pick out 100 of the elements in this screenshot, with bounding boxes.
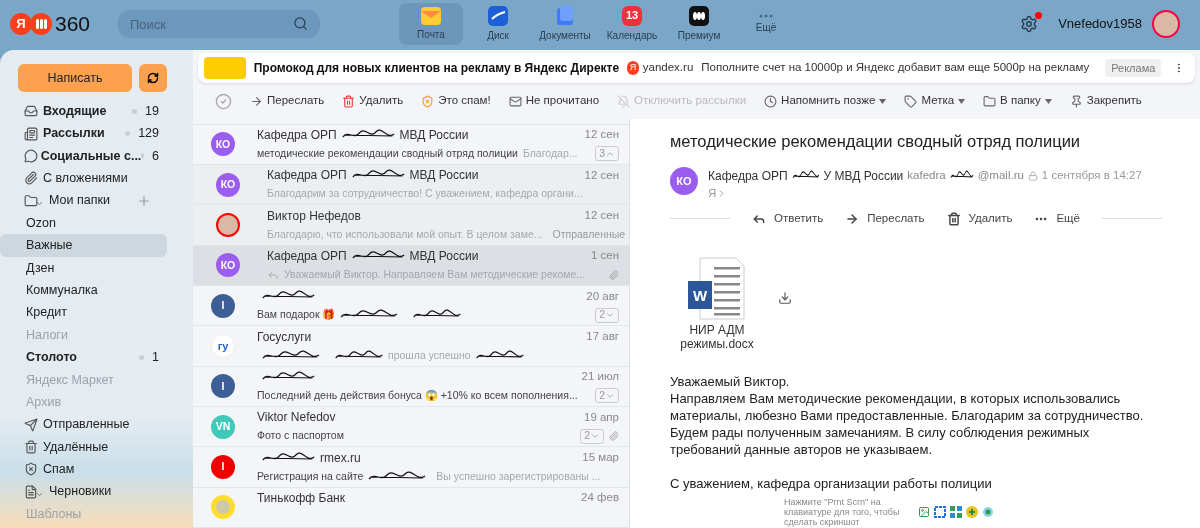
ad-banner[interactable]: Промокод для новых клиентов на рекламу в Яндекс Директе Я yandex.ru Пополните счет на 10000р и Яндекс добавит вам еще 5000р на рекламу Реклама (198, 53, 1195, 83)
avatar: I (211, 455, 235, 480)
message-snippet: Благодарю, что использовали мой опыт. В целом заме... (267, 226, 543, 242)
folder-label: Дзен (26, 259, 55, 277)
folder-label: Входящие (43, 102, 107, 120)
message-row[interactable]: Виктор Нефедов 12 сен Благодарю, что использовали мой опыт. В целом заме... Отправленные (193, 205, 629, 246)
ad-title: Промокод для новых клиентов на рекламу в Яндекс Директе (253, 60, 620, 77)
ad-image-placeholder (204, 57, 246, 79)
avatar: I (211, 293, 235, 318)
chat-bubble-icon (24, 148, 38, 163)
app-tab[interactable]: Ещё (734, 3, 798, 45)
message-row[interactable]: КО Кафедра ОРП МВД России 12 сен Благодарим за сотрудничество! С уважением, кафедра органи... (193, 165, 629, 206)
sender-email: @mail.ru (977, 168, 1024, 184)
email-action-button[interactable]: Переслать (845, 210, 925, 228)
folder-item[interactable]: Отправленные (0, 413, 167, 436)
folder-item[interactable]: Удалённые (0, 435, 167, 459)
message-date: 15 мар (582, 449, 619, 465)
app-tab[interactable]: Диск (466, 3, 530, 45)
app-tab[interactable]: Премиум (667, 3, 731, 45)
folder-item[interactable]: Кредит (0, 301, 167, 324)
refresh-button[interactable] (139, 64, 167, 92)
crop-frame-icon[interactable] (934, 506, 946, 518)
avatar: гу (211, 334, 235, 359)
toolbar-button[interactable]: Удалить (342, 92, 404, 110)
ad-logo: Я (627, 61, 639, 75)
folder-label: Коммуналка (26, 281, 98, 299)
message-date: 19 апр (584, 409, 619, 425)
folder-label: Шаблоны (26, 505, 82, 523)
sender-name: МВД России (399, 126, 469, 144)
toolbar-button[interactable]: Метка (904, 92, 966, 110)
ad-label: Реклама (1105, 58, 1162, 78)
avatar-placeholder[interactable] (1152, 10, 1180, 38)
folder-label: Столото (26, 349, 77, 367)
premium-logo-icon (689, 5, 709, 26)
folder-item[interactable]: Коммуналка (0, 279, 167, 302)
email-subject: методические рекомендации сводный отряд полиции (670, 131, 1082, 152)
tiles-icon[interactable] (950, 506, 962, 518)
folder-item[interactable]: Важные (0, 234, 167, 257)
toolbar-button[interactable]: Напомнить позже (764, 92, 887, 110)
select-all-checkbox[interactable] (215, 92, 232, 110)
message-row[interactable]: КО Кафедра ОРП МВД России 1 сен Уважаемый Виктор. Направляем Вам методические рекоме... (193, 245, 629, 287)
email-action-button[interactable]: Ещё (1034, 210, 1080, 228)
folder-label: Кредит (26, 304, 67, 322)
sender-name: Кафедра ОРП (257, 126, 337, 144)
app-tab[interactable]: Документы (533, 3, 597, 45)
message-subject: Фото с паспортом (257, 428, 344, 444)
search-icon (293, 16, 308, 31)
attachment-file[interactable]: W НИР АДМ режимы.docx (680, 257, 754, 352)
logo-mark-icon[interactable] (30, 13, 52, 35)
toolbar-button[interactable]: Закрепить (1069, 92, 1142, 110)
message-date: 20 авг (586, 288, 619, 304)
folder-item[interactable]: Мои папки (0, 189, 167, 212)
documents-icon (555, 5, 575, 26)
folder-item[interactable]: Социальные с... 6 (0, 144, 167, 168)
trash-icon (342, 94, 356, 108)
toolbar-button[interactable]: Это спам! (421, 92, 491, 110)
folder-item[interactable]: С вложениями (0, 167, 167, 190)
folder-item[interactable]: Рассылки 129 (0, 122, 167, 145)
folder-item[interactable]: Спам (0, 458, 167, 481)
message-subject: Последний день действия бонуса 😱 +10% ко всем пополнения... (257, 388, 578, 404)
folder-label: Мои папки (49, 192, 110, 210)
sender-name: МВД России (409, 247, 479, 265)
search-field[interactable]: Поиск (118, 10, 320, 38)
folder-label: Социальные с... (40, 147, 142, 165)
folder-item[interactable]: Ozon (0, 211, 167, 235)
image-icon[interactable] (918, 506, 930, 518)
message-subject: методические рекомендации сводный отряд полиции (257, 146, 518, 162)
app-tab[interactable]: Почта (399, 3, 463, 45)
toolbar-button[interactable]: Не прочитано (508, 92, 600, 110)
folder-icon (983, 94, 997, 108)
folder-count: 129 (138, 125, 159, 143)
sender-name: Кафедра ОРП (708, 167, 788, 185)
sender-name: Viktor Nefedov (257, 409, 336, 427)
ad-domain: yandex.ru (642, 60, 694, 76)
username[interactable]: Vnefedov1958 (1058, 14, 1142, 34)
toolbar-button[interactable]: Переслать (250, 92, 325, 110)
app-tab[interactable]: 13 Календарь (600, 3, 664, 45)
folder-icon (24, 193, 38, 208)
email-action-button[interactable]: Удалить (946, 210, 1013, 228)
sender-name: Виктор Нефедов (267, 207, 361, 225)
folder-item[interactable]: Дзен (0, 256, 167, 280)
folder-item[interactable]: Черновики (0, 480, 167, 504)
settings-button[interactable] (1020, 15, 1039, 33)
avatar: VN (211, 414, 235, 439)
logo-number[interactable]: 360 (55, 8, 91, 40)
sender-name: У МВД России (823, 167, 904, 185)
logo-letter[interactable]: Я (10, 13, 32, 35)
caret-icon (958, 98, 966, 104)
download-icon[interactable] (778, 291, 792, 306)
email-action-button[interactable]: Ответить (752, 210, 824, 228)
compose-button[interactable]: Написать (18, 64, 132, 92)
toolbar-button[interactable]: В папку (983, 92, 1052, 110)
plus-circle-icon[interactable] (966, 506, 978, 518)
folder-count: 1 (152, 349, 159, 367)
avatar: КО (216, 172, 240, 197)
message-subject: Регистрация на сайте (257, 468, 364, 484)
location-icon[interactable] (982, 506, 994, 518)
folder-item[interactable]: Столото 1 (0, 346, 167, 369)
envelope-icon (421, 6, 441, 25)
folder-item[interactable]: Входящие 19 (0, 100, 167, 123)
